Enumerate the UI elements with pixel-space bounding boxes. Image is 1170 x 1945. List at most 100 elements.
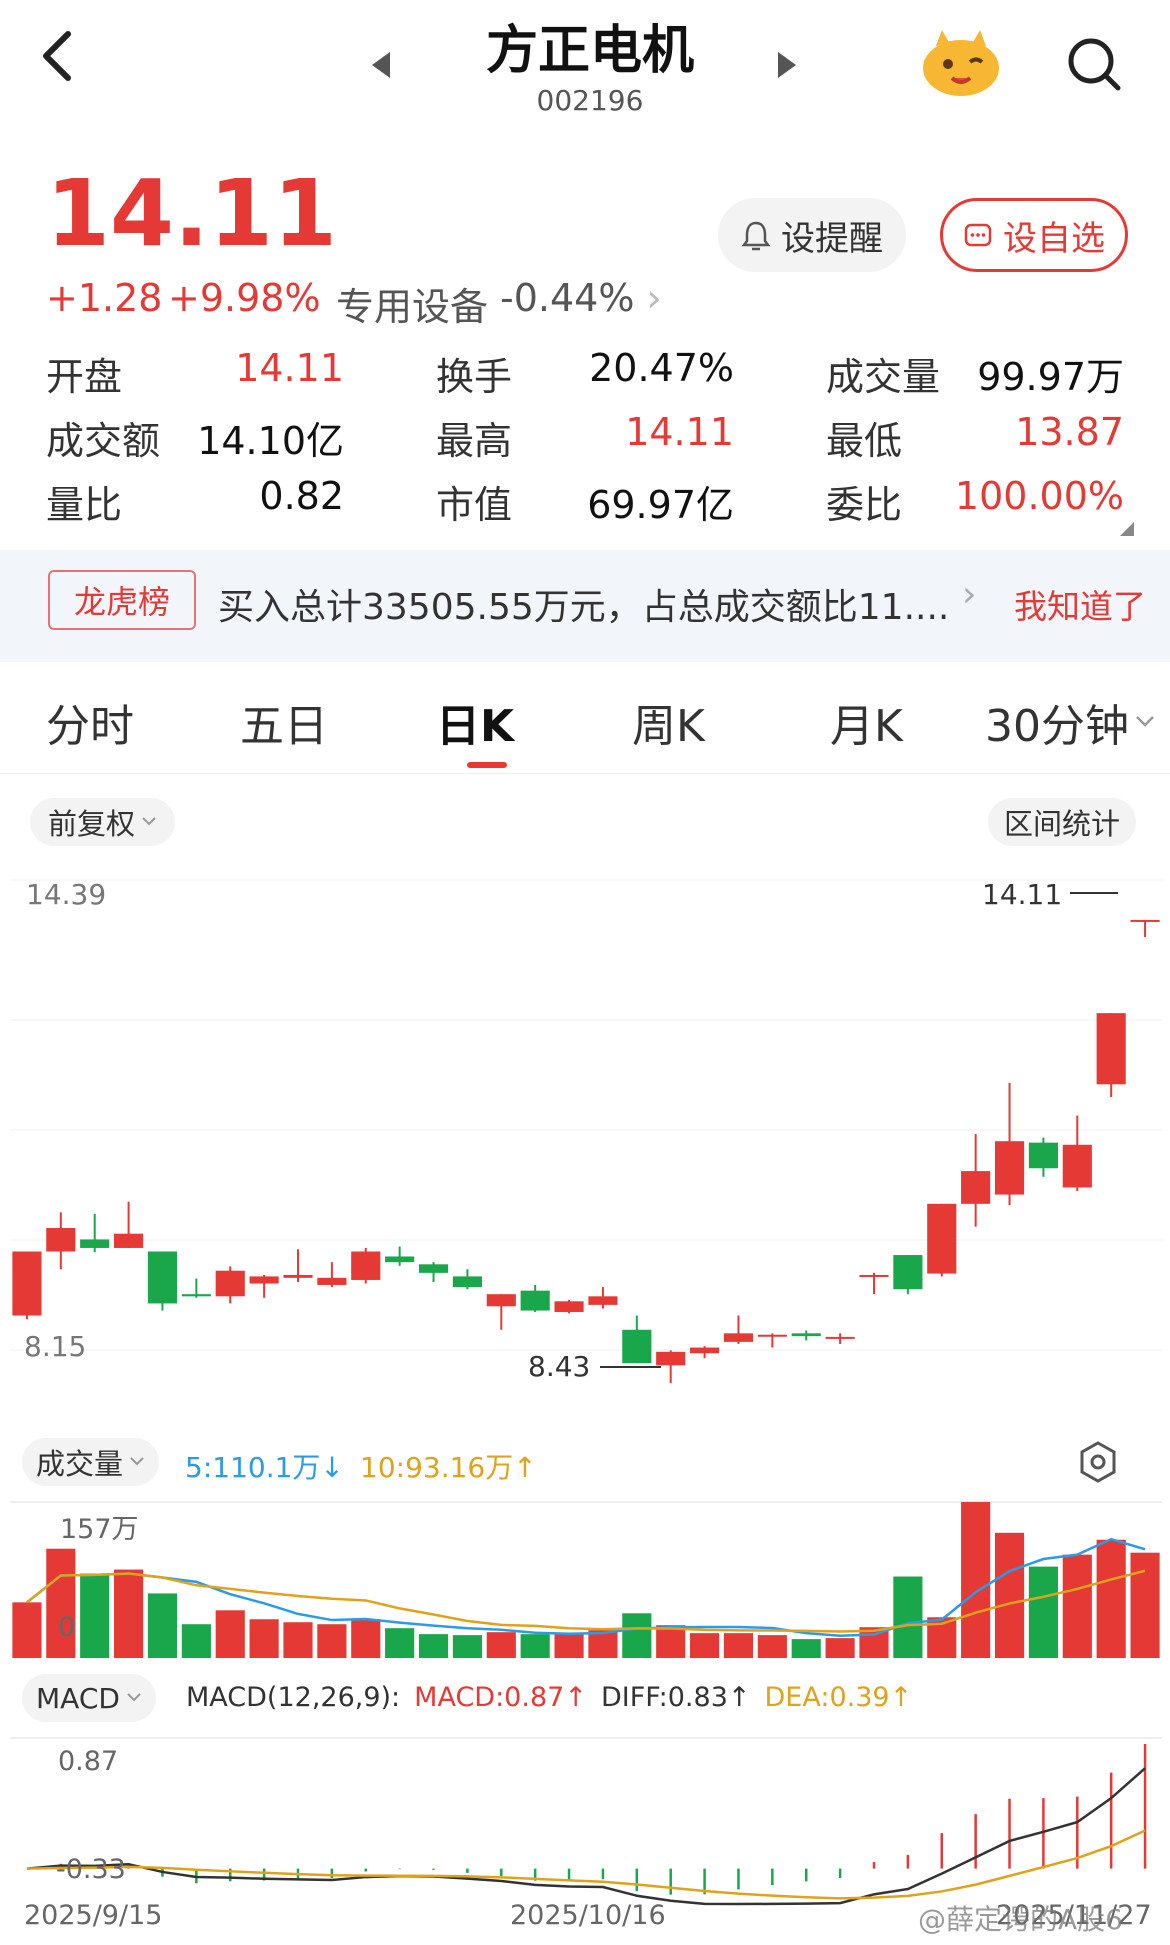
indicator-dropdown-volume[interactable]: 成交量 <box>22 1438 160 1486</box>
volume-ma10: 10:93.16万↑ <box>360 1451 537 1484</box>
sector-link[interactable]: 专用设备 -0.44% › <box>336 276 662 331</box>
volume-bar <box>452 1635 482 1658</box>
candle-body <box>80 1239 110 1248</box>
candle-body <box>622 1329 652 1364</box>
macd-chart[interactable]: 0.87 -0.33 <box>0 1736 1170 1912</box>
active-tab-indicator <box>467 762 507 768</box>
tab-2[interactable]: 日K <box>436 690 514 754</box>
sector-pct: -0.44% <box>500 276 635 320</box>
candle-body <box>114 1233 144 1248</box>
tab-1[interactable]: 五日 <box>240 690 328 754</box>
volume-bar <box>1096 1539 1126 1658</box>
chevron-right-icon: › <box>646 276 662 320</box>
back-icon[interactable] <box>38 30 78 82</box>
stat-value: 100.00% <box>954 474 1124 518</box>
add-watch-icon <box>964 223 992 247</box>
date-label-mid: 2025/10/16 <box>510 1900 666 1931</box>
stat-value: 14.11 <box>235 346 344 390</box>
adjust-dropdown[interactable]: 前复权 <box>30 798 176 846</box>
volume-bar <box>283 1622 313 1658</box>
candle-body <box>690 1347 720 1354</box>
volume-bar <box>418 1634 449 1658</box>
stat-label: 最低 <box>826 419 903 463</box>
stat-value: 69.97亿 <box>587 483 734 527</box>
macd-values: MACD(12,26,9): MACD:0.87↑ DIFF:0.83↑ DEA… <box>186 1682 913 1713</box>
mascot-icon[interactable] <box>918 28 1004 98</box>
low-price-label: 8.43 <box>528 1350 590 1383</box>
tab-0[interactable]: 分时 <box>46 690 134 754</box>
volume-bar <box>1130 1552 1160 1658</box>
volume-bar <box>80 1573 110 1658</box>
volume-bar <box>1062 1554 1092 1658</box>
candle-body <box>994 1141 1025 1195</box>
search-icon[interactable] <box>1066 36 1122 92</box>
set-alert-button[interactable]: 设提醒 <box>718 198 906 272</box>
candle-body <box>1130 919 1160 922</box>
volume-chart[interactable]: 157万 0 <box>0 1500 1170 1660</box>
sector-name: 专用设备 <box>336 285 489 329</box>
range-stats-button[interactable]: 区间统计 <box>988 798 1137 846</box>
candle-body <box>215 1270 245 1297</box>
chevron-down-icon <box>130 1457 144 1466</box>
top-nav: 方正电机 002196 <box>0 0 1170 150</box>
dragon-tiger-tag: 龙虎榜 <box>48 570 196 630</box>
volume-bar <box>690 1633 720 1658</box>
candle-body <box>46 1228 76 1252</box>
stock-name: 方正电机 <box>485 21 694 81</box>
candle-body <box>520 1290 550 1311</box>
candle-body <box>588 1296 618 1305</box>
dragon-tiger-banner[interactable]: 龙虎榜 买入总计33505.55万元，占总成交额比11.... › 我知道了 <box>0 550 1170 662</box>
candle-body <box>961 1171 991 1204</box>
volume-bar <box>12 1602 42 1658</box>
candle-body <box>385 1256 415 1263</box>
candle-body <box>554 1301 584 1312</box>
volume-bar <box>994 1532 1025 1658</box>
prev-stock-icon[interactable] <box>370 50 392 80</box>
expand-corner-icon[interactable] <box>1118 520 1136 538</box>
candle-body <box>791 1333 821 1337</box>
dismiss-banner-button[interactable]: 我知道了 <box>1014 580 1146 628</box>
y-axis-top-label: 14.39 <box>26 878 106 911</box>
date-label-start: 2025/9/15 <box>24 1900 163 1931</box>
candle-body <box>249 1276 279 1284</box>
settings-hex-icon[interactable] <box>1078 1440 1118 1484</box>
candlestick-chart[interactable]: 14.39 8.15 14.11 8.43 <box>0 860 1170 1420</box>
candle-body <box>486 1294 516 1307</box>
y-axis-bottom-label: 8.15 <box>24 1330 86 1363</box>
stat-label: 最高 <box>436 419 513 463</box>
macd-y-bottom-label: -0.33 <box>56 1854 126 1885</box>
tab-3[interactable]: 周K <box>632 690 705 754</box>
volume-bar <box>825 1638 855 1658</box>
indicator-dropdown-macd[interactable]: MACD <box>22 1674 156 1722</box>
candle-body <box>317 1277 347 1285</box>
stat-value: 14.10亿 <box>197 419 344 463</box>
volume-bar <box>554 1633 584 1658</box>
candle-body <box>723 1333 754 1342</box>
stock-code: 002196 <box>536 84 644 117</box>
macd-y-top-label: 0.87 <box>58 1746 118 1777</box>
volume-bar <box>723 1633 754 1658</box>
candle-body <box>147 1251 178 1304</box>
tab-4[interactable]: 月K <box>830 690 903 754</box>
stat-label: 委比 <box>826 483 903 527</box>
candle-body <box>181 1294 211 1297</box>
next-stock-icon[interactable] <box>776 50 798 80</box>
volume-bar <box>791 1639 821 1658</box>
candle-body <box>893 1255 923 1290</box>
candle-body <box>452 1276 482 1288</box>
candle-body <box>859 1274 889 1277</box>
volume-bar <box>486 1632 516 1658</box>
candle-body <box>283 1274 313 1278</box>
add-watchlist-button[interactable]: 设自选 <box>940 198 1128 272</box>
banner-text: 买入总计33505.55万元，占总成交额比11.... <box>218 587 950 628</box>
candle-body <box>1096 1013 1126 1085</box>
volume-bar <box>249 1619 279 1658</box>
candle-body <box>351 1251 381 1280</box>
stat-label: 换手 <box>436 355 513 399</box>
stat-value: 14.11 <box>625 410 734 454</box>
bell-icon <box>741 221 771 251</box>
volume-bar <box>317 1624 347 1658</box>
chevron-down-icon[interactable] <box>1134 714 1156 730</box>
tab-5[interactable]: 30分钟 <box>985 690 1129 754</box>
candle-body <box>418 1264 449 1273</box>
